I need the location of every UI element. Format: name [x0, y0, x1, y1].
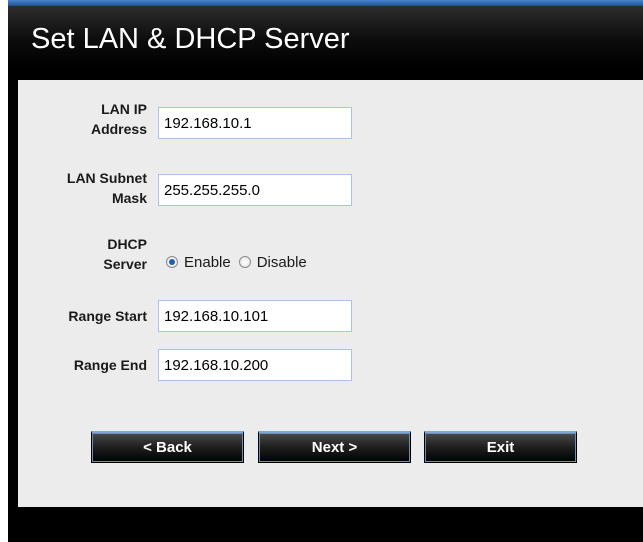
range-end-label: Range End: [73, 357, 147, 373]
range-start-label: Range Start: [68, 308, 147, 324]
dhcp-enable-label[interactable]: Enable: [184, 254, 231, 271]
exit-button[interactable]: Exit: [424, 431, 577, 463]
dhcp-disable-label[interactable]: Disable: [257, 254, 307, 271]
lan-ip-label-line2: Address: [90, 121, 147, 137]
lan-ip-input[interactable]: [158, 107, 352, 139]
page-title: Set LAN & DHCP Server: [31, 23, 350, 55]
back-button[interactable]: < Back: [91, 431, 244, 463]
subnet-mask-input[interactable]: [158, 174, 352, 206]
next-button[interactable]: Next >: [258, 431, 411, 463]
range-end-input[interactable]: [158, 349, 352, 381]
dhcp-label-line2: Server: [103, 256, 147, 272]
range-start-input[interactable]: [158, 300, 352, 332]
dhcp-label: DHCP Server: [37, 234, 147, 274]
dhcp-radio-group: Enable Disable: [166, 252, 315, 272]
lan-ip-label-line1: LAN IP: [101, 101, 147, 117]
dhcp-enable-radio[interactable]: [166, 256, 178, 268]
title-bar: Set LAN & DHCP Server: [8, 6, 643, 68]
dhcp-label-line1: DHCP: [107, 236, 147, 252]
lan-ip-label: LAN IP Address: [37, 99, 147, 139]
dhcp-disable-radio[interactable]: [238, 256, 251, 268]
subnet-label: LAN Subnet Mask: [37, 168, 147, 208]
subnet-label-line1: LAN Subnet: [66, 170, 147, 186]
subnet-label-line2: Mask: [111, 190, 147, 206]
